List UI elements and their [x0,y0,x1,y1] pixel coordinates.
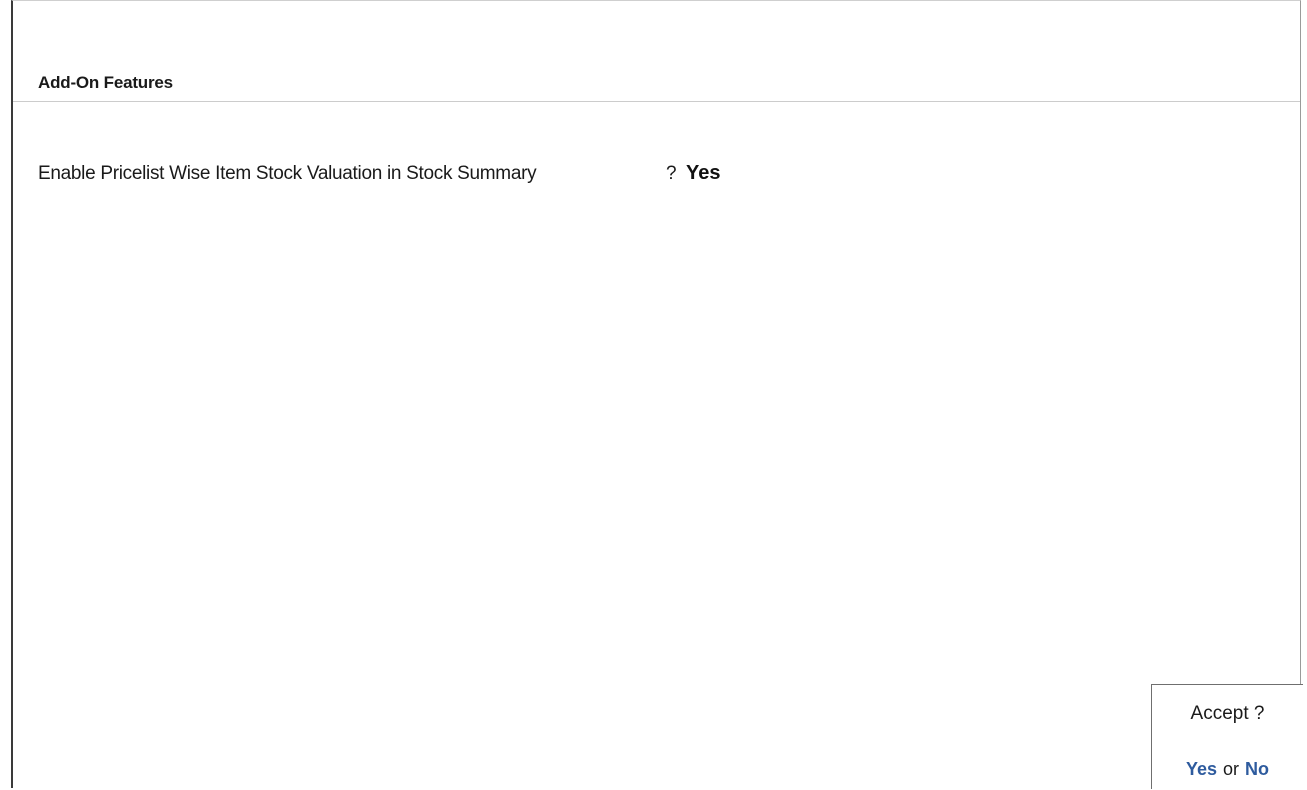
page-title: Add-On Features [38,73,173,92]
accept-options: Yes or No [1152,759,1303,780]
feature-label[interactable]: Enable Pricelist Wise Item Stock Valuati… [38,163,537,185]
accept-dialog: Accept ? Yes or No [1151,684,1303,789]
accept-or-text: or [1223,759,1240,779]
accept-yes-button[interactable]: Yes [1186,759,1217,779]
add-on-features-window: Add-On Features Enable Pricelist Wise It… [11,0,1303,789]
accept-question: Accept ? [1190,703,1265,724]
feature-row[interactable]: Enable Pricelist Wise Item Stock Valuati… [13,161,1300,191]
header-bar: Add-On Features [13,1,1300,102]
accept-no-button[interactable]: No [1245,759,1269,779]
feature-value-field[interactable]: Yes [686,162,720,185]
feature-prompt: ? [666,163,677,184]
